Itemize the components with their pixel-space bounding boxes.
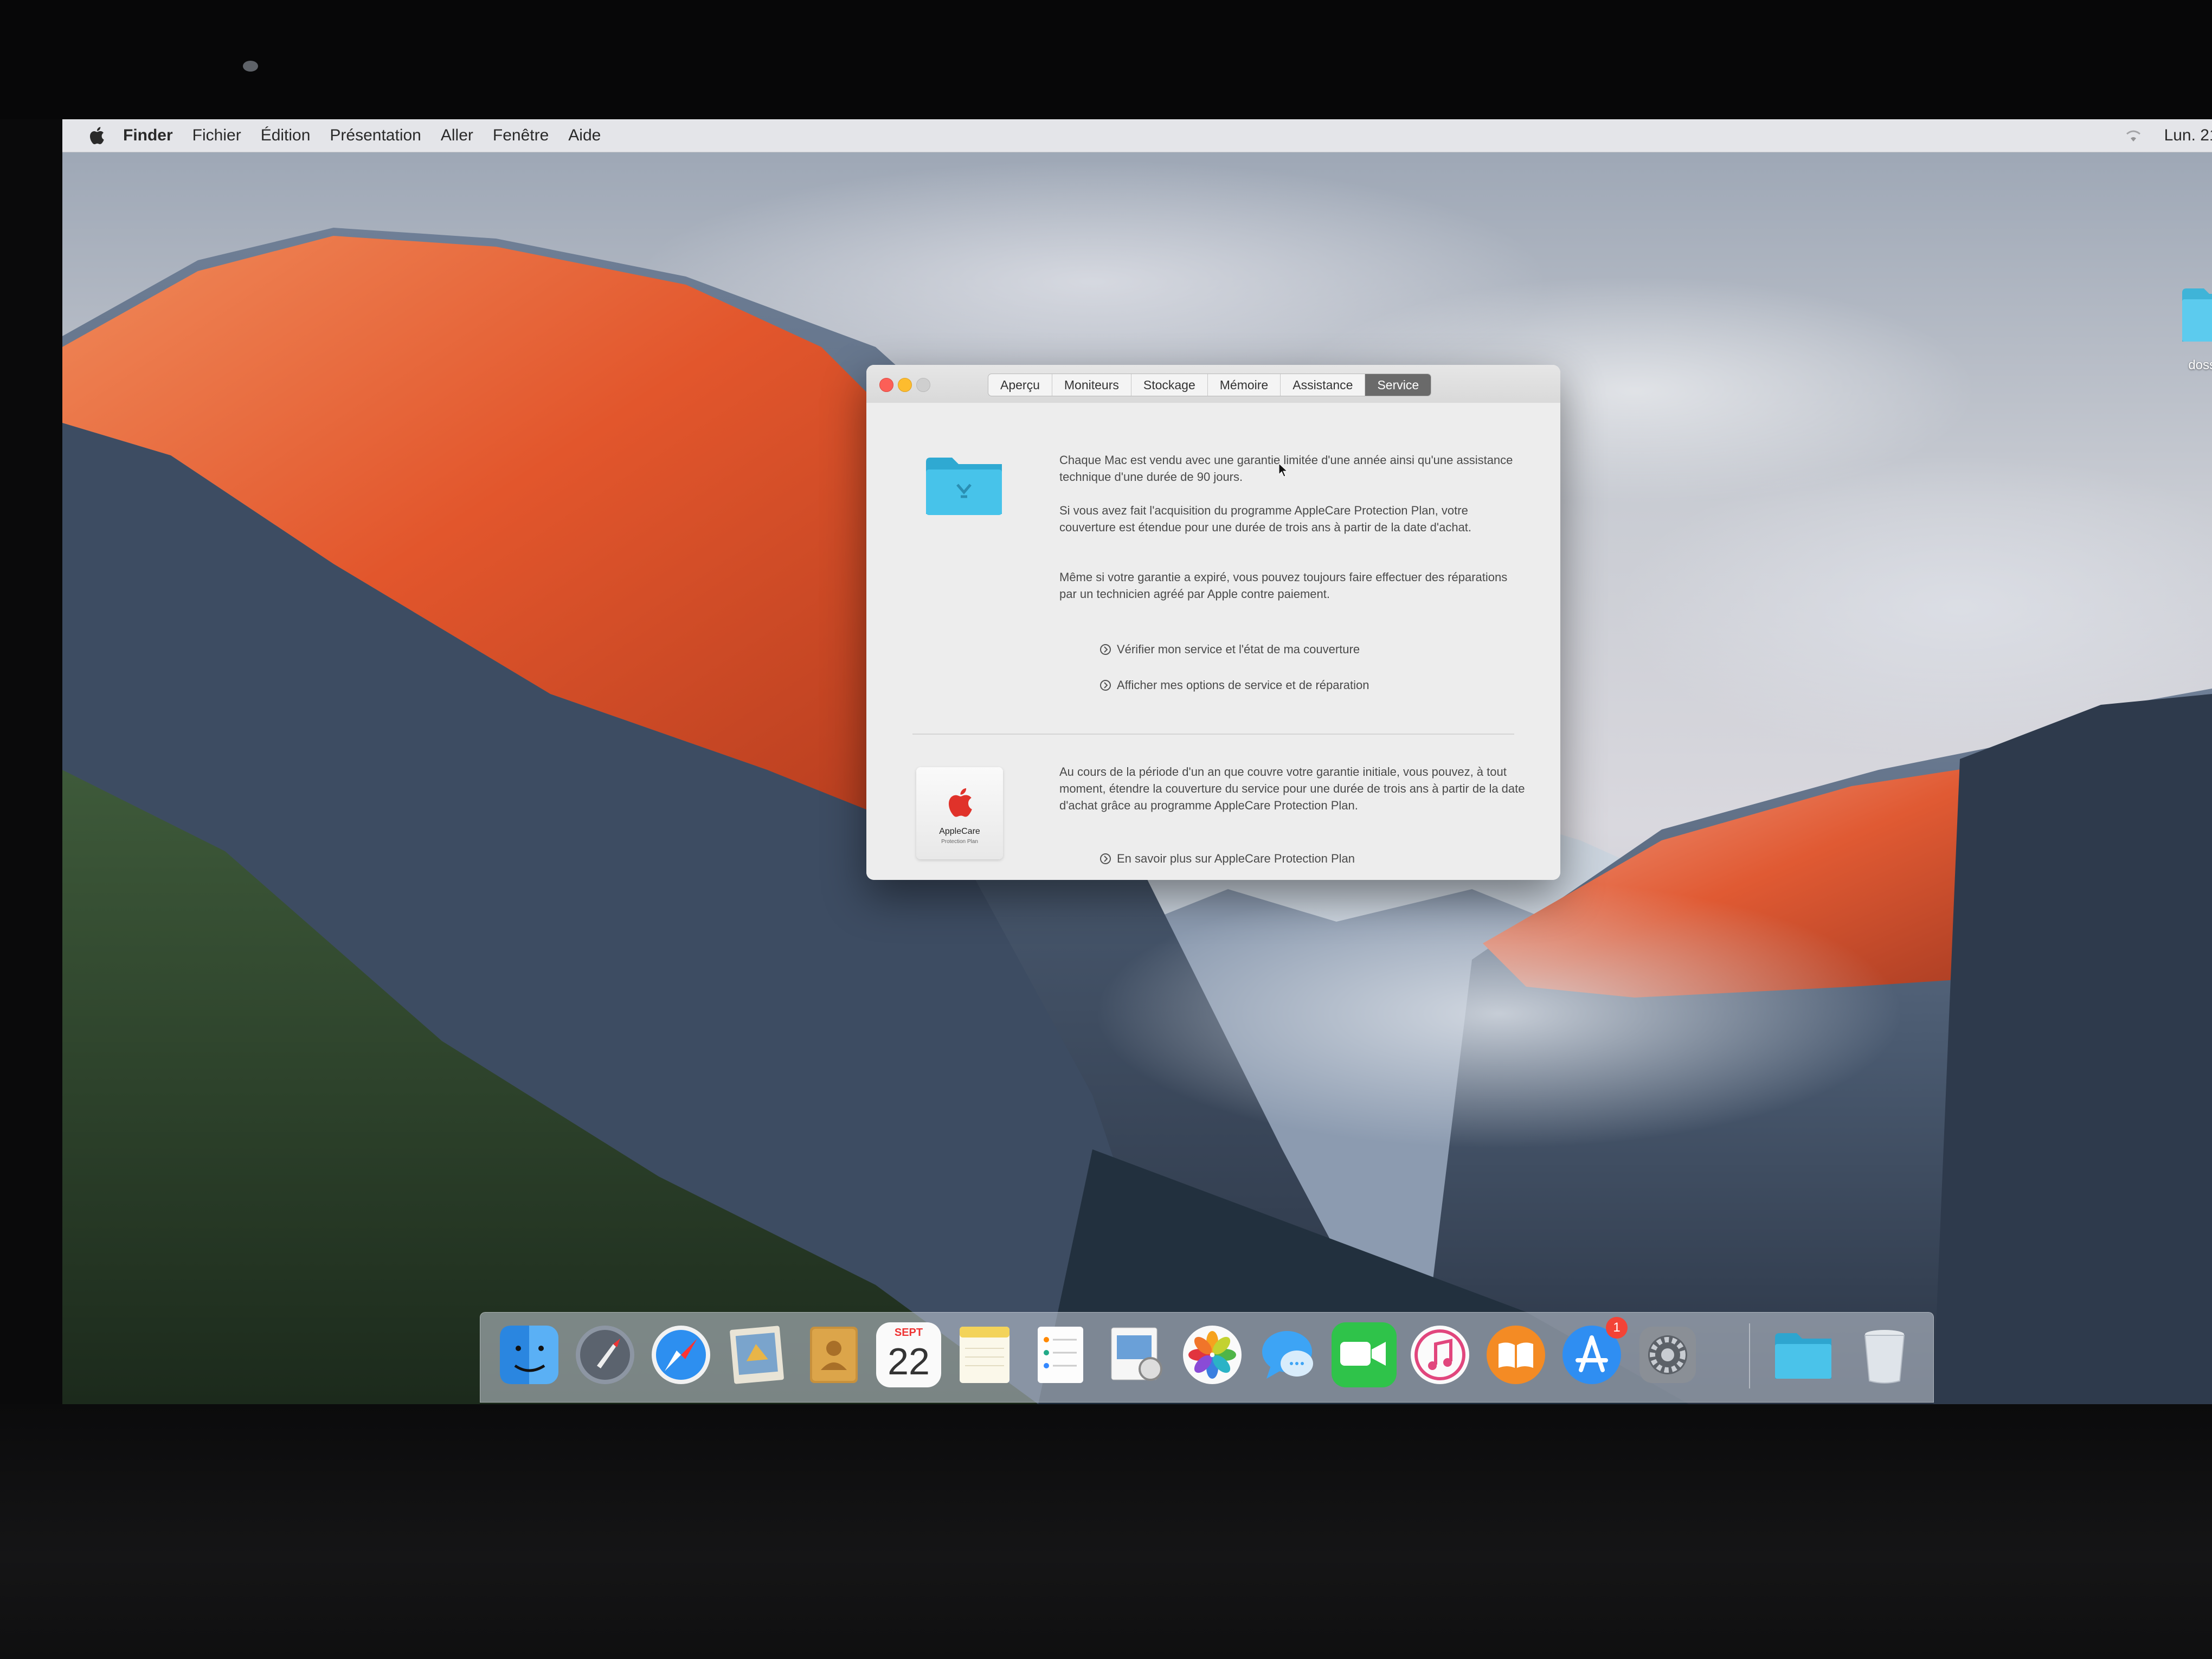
dock: SEPT 22 1 (480, 1312, 1934, 1403)
applecare-subtitle: Protection Plan (941, 839, 978, 845)
arrow-circle-icon (1100, 644, 1111, 655)
folder-icon (926, 458, 1002, 515)
close-icon[interactable] (879, 378, 893, 392)
trash-icon[interactable] (1852, 1322, 1917, 1387)
reminders-icon[interactable] (1028, 1322, 1093, 1387)
menu-fenetre[interactable]: Fenêtre (493, 126, 549, 145)
calendar-day: 22 (888, 1340, 930, 1382)
tab-apercu[interactable]: Aperçu (988, 374, 1052, 396)
mail-icon[interactable] (724, 1322, 789, 1387)
tab-bar: Aperçu Moniteurs Stockage Mémoire Assist… (988, 374, 1432, 396)
tab-moniteurs[interactable]: Moniteurs (1052, 374, 1131, 396)
tab-stockage[interactable]: Stockage (1131, 374, 1208, 396)
app-store-icon[interactable]: 1 (1559, 1317, 1628, 1387)
monitor-bezel-top (0, 0, 2212, 119)
tab-service[interactable]: Service (1365, 374, 1431, 396)
apple-logo-icon (948, 788, 972, 817)
monitor-bezel-bottom (0, 1404, 2212, 1659)
menu-edition[interactable]: Édition (261, 126, 311, 145)
menu-presentation[interactable]: Présentation (330, 126, 421, 145)
section-divider (912, 734, 1514, 735)
menu-bar: Finder Fichier Édition Présentation Alle… (62, 119, 2212, 152)
contacts-icon[interactable] (800, 1322, 865, 1387)
tab-assistance[interactable]: Assistance (1281, 374, 1366, 396)
window-titlebar: Aperçu Moniteurs Stockage Mémoire Assist… (866, 365, 1560, 403)
zoom-icon (916, 378, 930, 392)
mouse-cursor-icon (1278, 463, 1288, 477)
repair-paragraph: Même si votre garantie a expiré, vous po… (1059, 570, 1508, 601)
desktop-folder-label[interactable]: dossier (2155, 358, 2212, 373)
facetime-icon[interactable] (1332, 1322, 1397, 1387)
service-options-label[interactable]: Afficher mes options de service et de ré… (1117, 678, 1369, 692)
notes-icon[interactable] (952, 1322, 1017, 1387)
menu-aide[interactable]: Aide (568, 126, 601, 145)
menu-aller[interactable]: Aller (441, 126, 473, 145)
menu-clock[interactable]: Lun. 21: (2164, 126, 2212, 145)
applecare-product-image: AppleCare Protection Plan (916, 767, 1003, 859)
about-this-mac-window: Aperçu Moniteurs Stockage Mémoire Assist… (866, 365, 1560, 880)
safari-icon[interactable] (648, 1322, 713, 1387)
minimize-icon[interactable] (898, 378, 912, 392)
menu-finder[interactable]: Finder (123, 126, 173, 145)
applecare-name: AppleCare (939, 827, 980, 836)
system-preferences-icon[interactable] (1635, 1322, 1700, 1387)
service-options-link[interactable]: Afficher mes options de service et de ré… (1099, 678, 1369, 692)
warranty-paragraph: Chaque Mac est vendu avec une garantie l… (1059, 453, 1513, 484)
preview-icon[interactable] (1104, 1322, 1169, 1387)
ibooks-icon[interactable] (1483, 1322, 1548, 1387)
desktop-folder-icon[interactable] (2182, 282, 2212, 347)
itunes-icon[interactable] (1407, 1322, 1472, 1387)
service-pane: Chaque Mac est vendu avec une garantie l… (866, 403, 1560, 880)
launchpad-icon[interactable] (573, 1322, 638, 1387)
applecare-paragraph: Si vous avez fait l'acquisition du progr… (1059, 504, 1472, 534)
calendar-icon[interactable]: SEPT 22 (876, 1322, 941, 1387)
finder-icon[interactable] (497, 1322, 562, 1387)
apple-icon[interactable] (88, 126, 105, 145)
photos-icon[interactable] (1180, 1322, 1245, 1387)
check-coverage-label[interactable]: Vérifier mon service et l'état de ma cou… (1117, 642, 1360, 657)
dock-separator (1749, 1323, 1750, 1388)
arrow-circle-icon (1100, 853, 1111, 864)
wifi-icon[interactable] (2124, 128, 2143, 143)
downloads-folder-icon[interactable] (1771, 1322, 1836, 1387)
screen: Finder Fichier Édition Présentation Alle… (62, 119, 2212, 1404)
tab-memoire[interactable]: Mémoire (1208, 374, 1281, 396)
learn-applecare-link[interactable]: En savoir plus sur AppleCare Protection … (1099, 852, 1355, 866)
app-store-badge: 1 (1606, 1317, 1628, 1339)
learn-applecare-label[interactable]: En savoir plus sur AppleCare Protection … (1117, 852, 1355, 866)
calendar-month: SEPT (894, 1327, 923, 1339)
arrow-circle-icon (1100, 680, 1111, 691)
extend-coverage-paragraph: Au cours de la période d'un an que couvr… (1059, 765, 1525, 812)
check-coverage-link[interactable]: Vérifier mon service et l'état de ma cou… (1099, 642, 1360, 657)
messages-icon[interactable] (1256, 1322, 1321, 1387)
camera-icon (243, 61, 258, 72)
menu-fichier[interactable]: Fichier (192, 126, 241, 145)
